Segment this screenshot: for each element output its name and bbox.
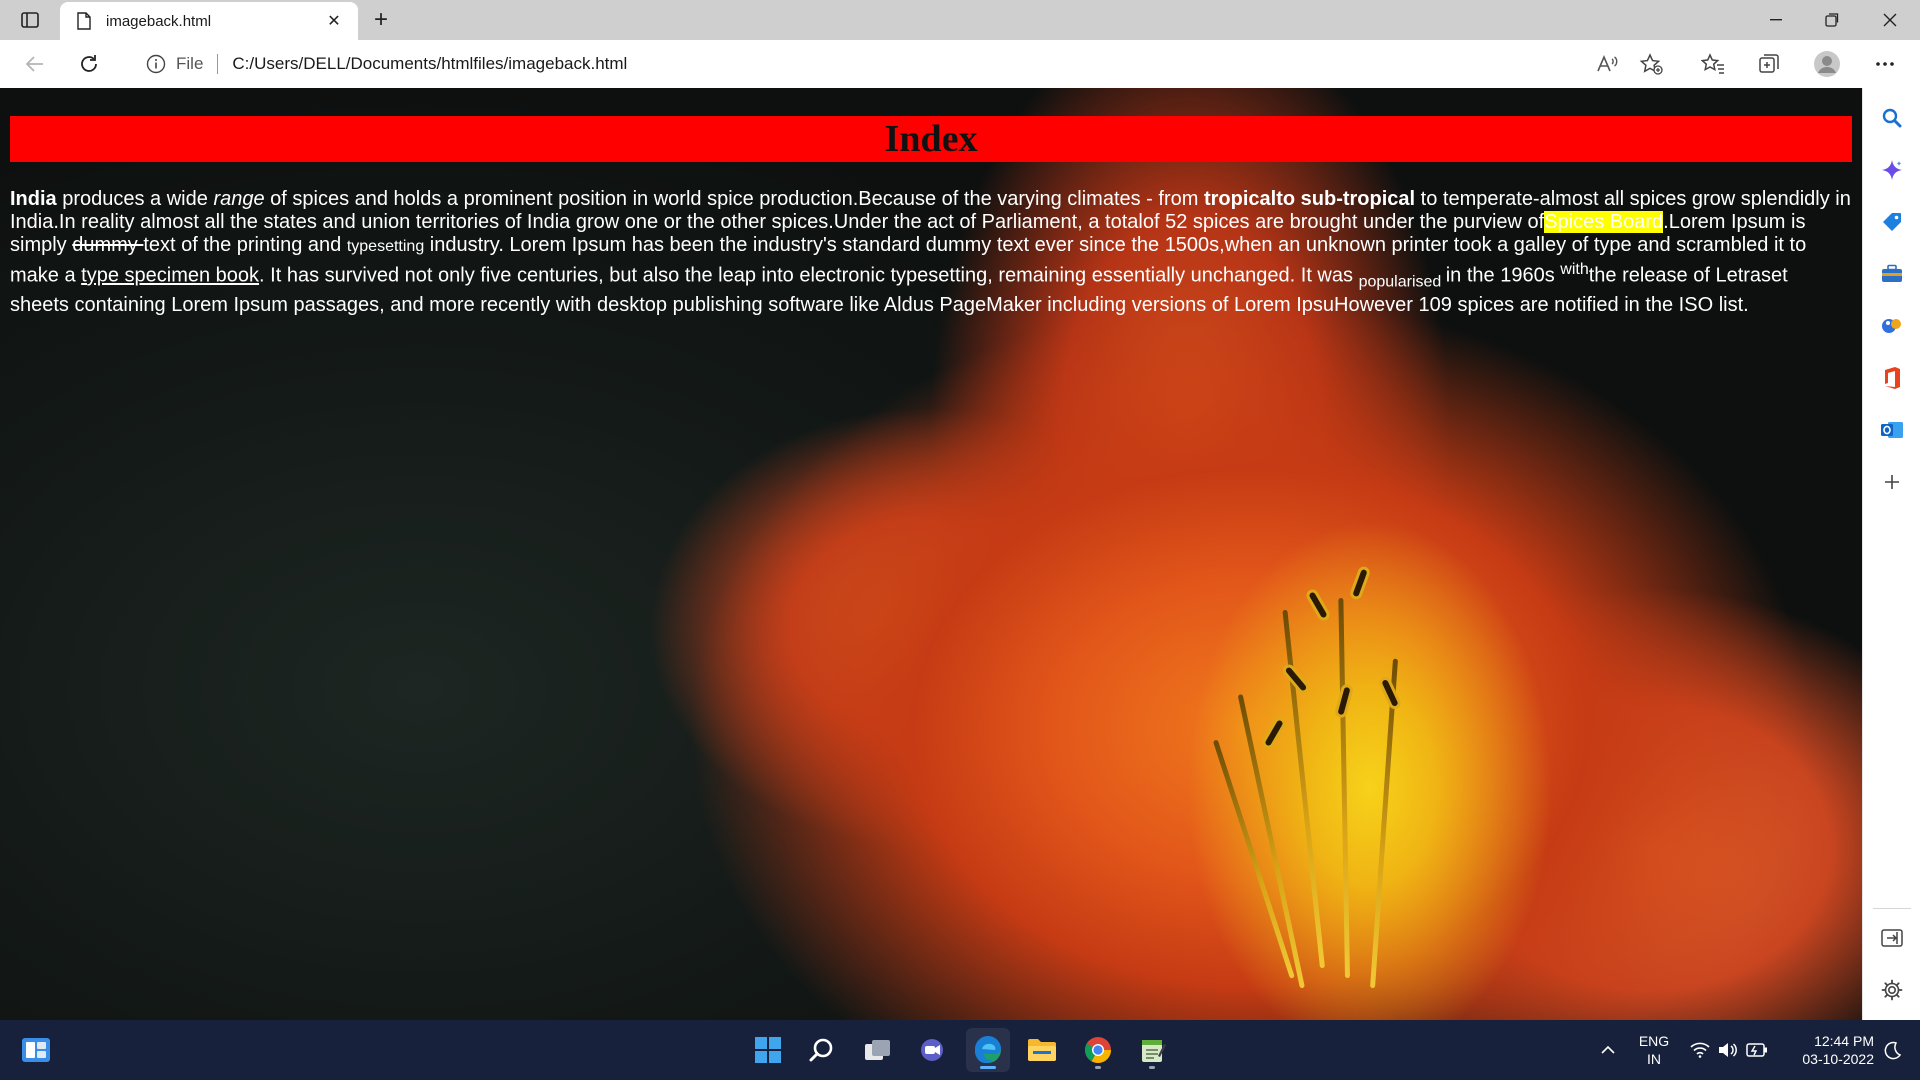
close-tab-icon[interactable]: ✕ [322,9,346,33]
read-aloud-icon[interactable] [1590,48,1624,80]
text-popularised-sub: popularised [1358,273,1446,291]
add-favorite-icon[interactable] [1634,48,1668,80]
page-heading: Index [10,116,1852,162]
edge-browser-icon[interactable] [966,1028,1010,1072]
office-icon[interactable] [1876,362,1908,394]
task-view-icon[interactable] [856,1028,900,1072]
minimize-button[interactable] [1748,0,1804,40]
shopping-tag-icon[interactable] [1876,206,1908,238]
title-bar: imageback.html ✕ + [0,0,1920,40]
collections-icon[interactable] [1752,48,1786,80]
add-sidebar-item-icon[interactable] [1876,466,1908,498]
teams-chat-icon[interactable] [910,1028,954,1072]
profile-avatar[interactable] [1810,48,1844,80]
search-icon[interactable] [1876,102,1908,134]
page-paragraph: India produces a wide range of spices an… [10,188,1851,316]
tab-actions-icon[interactable] [14,6,46,34]
settings-gear-icon[interactable] [1876,974,1908,1006]
hide-sidebar-icon[interactable] [1876,922,1908,954]
text-tropical-bold: tropicalto sub-tropical [1203,188,1416,210]
text-dummy-strikethrough: dummy [72,234,144,256]
show-hidden-icons-chevron[interactable] [1588,1028,1628,1072]
spices-board-highlight: Spices Board [1544,211,1664,233]
wifi-icon[interactable] [1686,1028,1714,1072]
text-typesetting-small: typesetting [346,238,425,255]
browser-toolbar: File C:/Users/DELL/Documents/htmlfiles/i… [0,40,1920,88]
favorites-icon[interactable] [1696,48,1730,80]
volume-icon[interactable] [1714,1028,1742,1072]
edge-sidebar [1862,88,1920,1020]
text-range-italic: range [213,188,265,210]
address-scheme: File [176,54,204,73]
page-icon [74,11,94,31]
new-tab-button[interactable]: + [366,6,396,34]
back-button[interactable] [18,48,52,80]
refresh-button[interactable] [72,48,106,80]
tools-briefcase-icon[interactable] [1876,258,1908,290]
close-window-button[interactable] [1862,0,1918,40]
page-viewport: Index India produces a wide range of spi… [0,88,1862,1020]
search-taskbar-icon[interactable] [800,1028,844,1072]
widgets-icon[interactable] [14,1028,58,1072]
browser-tab[interactable]: imageback.html ✕ [60,2,358,40]
address-url[interactable]: C:/Users/DELL/Documents/htmlfiles/imageb… [232,54,627,74]
text-india-bold: India [10,188,57,210]
start-windows-icon[interactable] [746,1028,790,1072]
windows-taskbar: ENG IN 12:44 PM 03-10-2022 [0,1020,1920,1080]
outlook-icon[interactable] [1876,414,1908,446]
chrome-icon[interactable] [1076,1028,1120,1072]
address-bar[interactable]: File C:/Users/DELL/Documents/htmlfiles/i… [126,45,1661,83]
text-with-sup: with [1560,261,1589,278]
file-explorer-icon[interactable] [1020,1028,1064,1072]
info-icon[interactable] [146,54,166,74]
type-specimen-link[interactable]: type specimen book [81,265,259,287]
notifications-icon[interactable] [1876,1028,1910,1072]
input-language[interactable]: ENG IN [1632,1032,1676,1068]
more-options-icon[interactable] [1868,48,1902,80]
games-icon[interactable] [1876,310,1908,342]
address-separator [217,54,219,74]
clock[interactable]: 12:44 PM 03-10-2022 [1778,1032,1874,1068]
sidebar-divider [1873,908,1911,909]
notepad-icon[interactable] [1130,1028,1174,1072]
battery-icon[interactable] [1742,1028,1772,1072]
restore-button[interactable] [1804,0,1860,40]
copilot-sparkle-icon[interactable] [1876,154,1908,186]
tab-title: imageback.html [106,12,212,30]
